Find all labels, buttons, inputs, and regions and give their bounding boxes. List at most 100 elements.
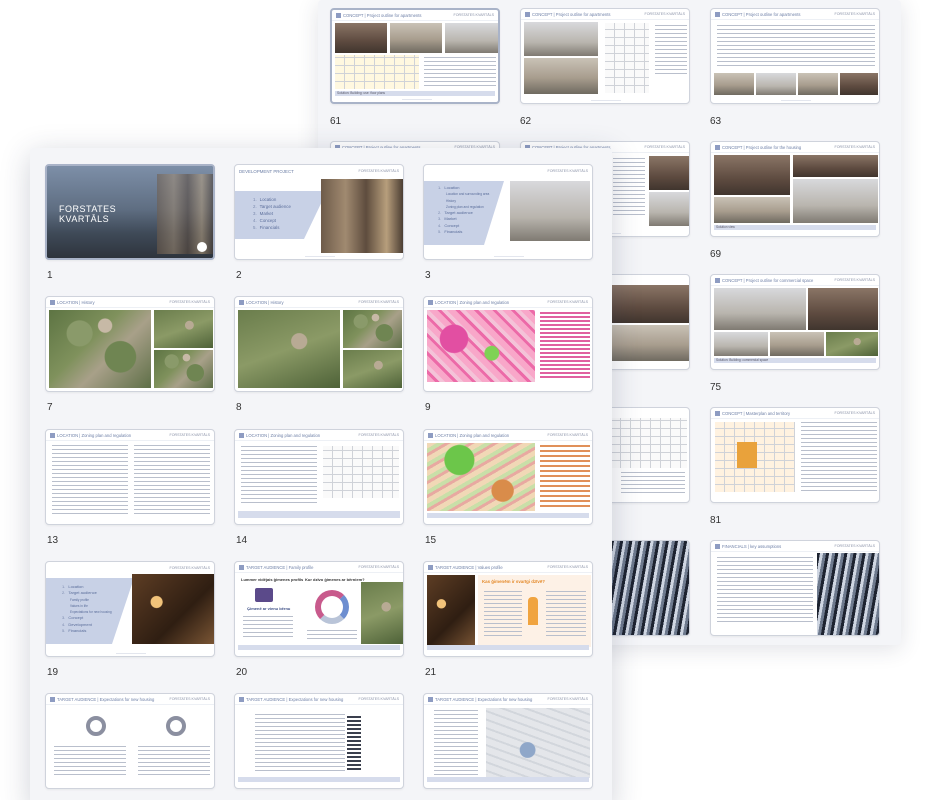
- interior-photo: [649, 192, 689, 226]
- slide-number: 75: [710, 382, 722, 393]
- architecture-photo: [611, 541, 689, 635]
- building-photo: [611, 325, 689, 361]
- aerial-photo: [238, 310, 340, 388]
- interior-photo: [649, 156, 689, 190]
- building-photo: [714, 155, 790, 195]
- bar-chart-bars: [347, 716, 361, 770]
- slide-number: 7: [47, 402, 53, 413]
- slide-number: 20: [236, 667, 248, 678]
- slide-brand: FORSTATES KVARTĀLS: [547, 697, 588, 701]
- slide-thumbnail[interactable]: FINANCIALS | key assumptions FORSTATES KV…: [710, 540, 880, 636]
- slide-thumbnail-8[interactable]: LOCATION | History FORSTATES KVARTĀLS: [234, 296, 404, 392]
- slide-thumbnail-62[interactable]: CONCEPT | Project outline for apartments…: [520, 8, 690, 104]
- slide-thumbnail-9[interactable]: LOCATION | Zoning plan and regulation FOR…: [423, 296, 593, 392]
- callout-text: Ģimenē ar vienu bērnu: [247, 606, 291, 611]
- slide-header: CONCEPT | Project outline for apartments: [722, 11, 801, 17]
- building-photo: [756, 73, 796, 95]
- front-page-sheet: FORSTATES KVARTĀLS 1 DEVELOPMENT PROJECT…: [30, 148, 612, 800]
- slide-header: LOCATION | Zoning plan and regulation: [435, 299, 510, 305]
- regulation-table: [323, 446, 399, 498]
- aerial-photo: [154, 350, 213, 388]
- slide-thumbnail-15[interactable]: LOCATION | Zoning plan and regulation FOR…: [423, 429, 593, 525]
- area-table: [621, 472, 685, 494]
- family-photo: [361, 582, 403, 644]
- slide-brand: FORSTATES KVARTĀLS: [834, 544, 875, 548]
- slide-number: 9: [425, 402, 431, 413]
- slide-brand: FORSTATES KVARTĀLS: [547, 433, 588, 437]
- agenda-item: 2. Target audience: [253, 204, 291, 209]
- assumptions-list: [717, 557, 813, 625]
- slide-thumbnail-2[interactable]: DEVELOPMENT PROJECT FORSTATES KVARTĀLS 1…: [234, 164, 404, 260]
- slide-number: 8: [236, 402, 242, 413]
- building-photo: [798, 73, 838, 95]
- feature-table: [717, 25, 875, 69]
- building-photo: [611, 285, 689, 323]
- slide-thumbnail-20[interactable]: TARGET AUDIENCE | Family profile FORSTATE…: [234, 561, 404, 657]
- slide-brand: FORSTATES KVARTĀLS: [644, 145, 685, 149]
- slide-header: TARGET AUDIENCE | Expectations for new h…: [246, 696, 344, 702]
- building-photo: [524, 22, 598, 56]
- cover-title: FORSTATES KVARTĀLS: [59, 204, 117, 224]
- slide-header: CONCEPT | Project outline for apartments: [343, 12, 422, 18]
- slide-brand: FORSTATES KVARTĀLS: [834, 411, 875, 415]
- slide-brand: FORSTATES KVARTĀLS: [453, 13, 494, 17]
- slide-thumbnail-7[interactable]: LOCATION | History FORSTATES KVARTĀLS: [45, 296, 215, 392]
- values-infographic: Kas ģimenēm ir svarīgi dzīvē?: [478, 575, 591, 647]
- slide-thumbnail[interactable]: TARGET AUDIENCE | Expectations for new h…: [423, 693, 593, 789]
- slide-thumbnail-19[interactable]: FORSTATES KVARTĀLS 1. Location 2. Target a…: [45, 561, 215, 657]
- legend-list: [655, 25, 687, 75]
- slide-header: CONCEPT | Project outline for apartments: [532, 11, 611, 17]
- agenda-list: 1. Location Location and surrounding area…: [438, 185, 490, 235]
- location-map: [486, 708, 590, 778]
- slide-thumbnail-81[interactable]: CONCEPT | Masterplan and territory FORSTA…: [710, 407, 880, 503]
- slide-caption: Solution view: [714, 225, 876, 230]
- site-plan: [335, 55, 419, 89]
- slide-caption: [427, 513, 589, 518]
- building-photo: [524, 58, 598, 94]
- slide-number: 1: [47, 270, 53, 281]
- values-list: [546, 591, 586, 639]
- slide-thumbnail-21[interactable]: TARGET AUDIENCE | Values profile FORSTATE…: [423, 561, 593, 657]
- location-list: [434, 710, 478, 778]
- slide-number: 14: [236, 535, 248, 546]
- slide-thumbnail-3[interactable]: FORSTATES KVARTĀLS 1. Location Location a…: [423, 164, 593, 260]
- donut-chart: [315, 590, 349, 624]
- slide-caption: [238, 777, 400, 782]
- slide-brand: FORSTATES KVARTĀLS: [834, 145, 875, 149]
- text-column: [241, 446, 317, 506]
- slide-caption: [238, 511, 400, 518]
- building-photo: [714, 288, 806, 330]
- lifestyle-photo: [427, 575, 475, 647]
- slide-thumbnail-14[interactable]: LOCATION | Zoning plan and regulation FOR…: [234, 429, 404, 525]
- slide-number: 19: [47, 667, 59, 678]
- slide-number: 69: [710, 249, 722, 260]
- slide-number: 15: [425, 535, 437, 546]
- slide-brand: FORSTATES KVARTĀLS: [358, 433, 399, 437]
- slide-thumbnail-13[interactable]: LOCATION | Zoning plan and regulation FOR…: [45, 429, 215, 525]
- agenda-list: 1. Location 2. Target audience Family prof…: [62, 584, 112, 634]
- interior-photo: [132, 574, 214, 644]
- slide-thumbnail-1[interactable]: FORSTATES KVARTĀLS: [45, 164, 215, 260]
- slide-brand: FORSTATES KVARTĀLS: [547, 300, 588, 304]
- slide-number: 21: [425, 667, 437, 678]
- slide-brand: FORSTATES KVARTĀLS: [169, 300, 210, 304]
- bar-list: [138, 746, 210, 776]
- slide-thumbnail-63[interactable]: CONCEPT | Project outline for apartments…: [710, 8, 880, 104]
- legend-table: [801, 422, 877, 492]
- slide-thumbnail[interactable]: TARGET AUDIENCE | Expectations for new h…: [234, 693, 404, 789]
- slide-thumbnail[interactable]: TARGET AUDIENCE | Expectations for new h…: [45, 693, 215, 789]
- architecture-photo: [817, 553, 879, 635]
- slide-thumbnail-69[interactable]: CONCEPT | Project outline for the housin…: [710, 141, 880, 237]
- building-photo: [793, 155, 878, 177]
- slide-header: CONCEPT | Project outline for the housin…: [722, 144, 802, 150]
- zoning-map: [427, 310, 535, 382]
- slide-header: LOCATION | History: [57, 299, 95, 305]
- aerial-photo: [826, 332, 878, 356]
- building-photo: [840, 73, 878, 95]
- donut-chart: [86, 716, 106, 736]
- slide-thumbnail-61[interactable]: CONCEPT | Project outline for apartments…: [330, 8, 500, 104]
- slide-header: TARGET AUDIENCE | Expectations for new h…: [57, 696, 155, 702]
- agenda-list: 1. Location 2. Target audience 3. Market 4.…: [253, 196, 291, 231]
- slide-brand: FORSTATES KVARTĀLS: [358, 300, 399, 304]
- slide-thumbnail-75[interactable]: CONCEPT | Project outline for commercial…: [710, 274, 880, 370]
